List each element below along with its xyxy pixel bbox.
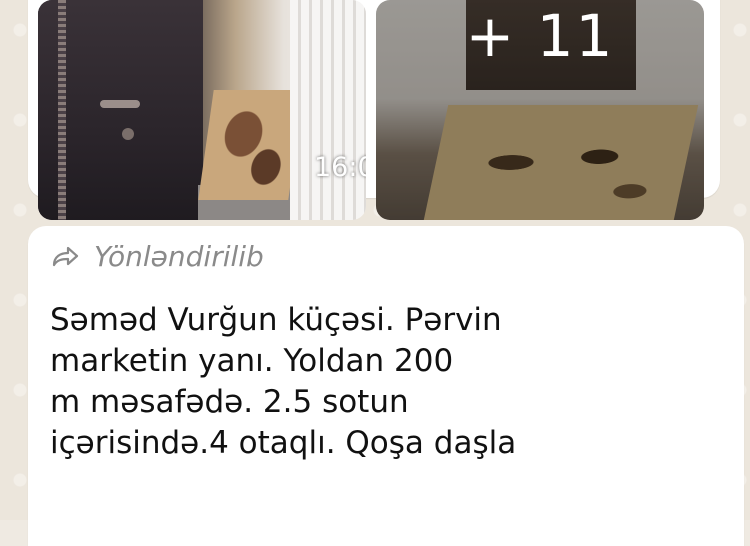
more-photos-count: + 11 <box>465 2 615 70</box>
message-timestamp: 16:04 <box>314 152 366 183</box>
photo-door-handle <box>100 100 140 108</box>
photo-thumbnail-2[interactable]: + 11 <box>376 0 704 220</box>
photo-curtain <box>290 0 366 220</box>
photo-rug <box>198 90 304 200</box>
message-text: Səməd Vurğun küçəsi. Pərvin marketin yan… <box>50 300 740 464</box>
forwarded-label: Yönləndirilib <box>94 240 264 273</box>
photo-door-edge <box>58 0 66 220</box>
message-line: Səməd Vurğun küçəsi. Pərvin <box>50 302 502 338</box>
photo-thumbnail-1[interactable]: 16:04 <box>38 0 366 220</box>
message-line: marketin yanı. Yoldan 200 <box>50 343 454 379</box>
message-line: içərisində.4 otaqlı. Qoşa daşla <box>50 425 517 461</box>
photo-door-lock <box>122 128 134 140</box>
forward-arrow-icon <box>50 246 80 268</box>
message-line: m məsafədə. 2.5 sotun <box>50 384 409 420</box>
forwarded-indicator: Yönləndirilib <box>50 240 264 273</box>
